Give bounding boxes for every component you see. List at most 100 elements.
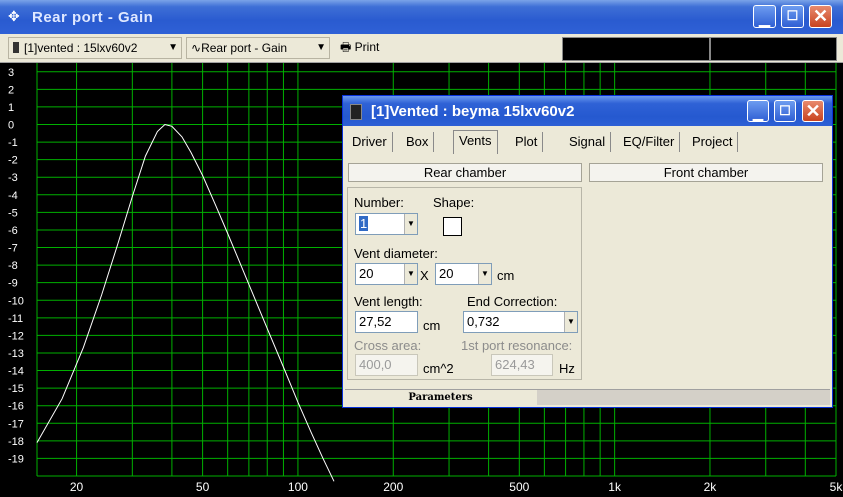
x-tick-label: 1k xyxy=(608,480,622,494)
y-tick-label: -5 xyxy=(8,207,18,219)
y-axis-ticks: 3 2 1 0 -1 -2 -3 -4 -5 -6 -7 -8 -9 -10 -11 -12 -13 -14 -15… xyxy=(8,67,24,466)
status-progress-area xyxy=(537,390,830,405)
y-tick-label: -18 xyxy=(8,436,24,448)
vent-length-unit: cm xyxy=(423,318,441,333)
tab-eq-filter[interactable]: EQ/Filter xyxy=(618,132,681,152)
maximize-icon: ☐ xyxy=(779,103,791,118)
window-title: Rear port - Gain xyxy=(32,9,154,26)
readout-box-2 xyxy=(710,37,837,61)
dialog-minimize-button[interactable]: ▁ xyxy=(747,100,769,122)
gain-curve xyxy=(36,123,335,482)
x-tick-label: 500 xyxy=(509,480,529,494)
port-resonance-label: 1st port resonance: xyxy=(461,338,573,353)
chevron-down-icon: ▼ xyxy=(404,214,417,234)
print-button[interactable]: 🖶 Print xyxy=(340,37,379,59)
y-tick-label: -4 xyxy=(8,190,18,202)
driver-select[interactable]: [1]vented : 15lxv60v2 ▼ xyxy=(8,37,182,59)
dialog-close-button[interactable]: ✕ xyxy=(802,100,824,122)
end-correction-label: End Correction: xyxy=(467,294,558,309)
maximize-button[interactable]: ☐ xyxy=(781,5,804,28)
y-tick-label: 2 xyxy=(8,84,14,96)
number-value: 1 xyxy=(359,216,369,231)
x-tick-label: 5k xyxy=(830,480,843,494)
chevron-down-icon: ▼ xyxy=(404,264,417,284)
speaker-icon xyxy=(13,42,19,53)
vent-length-label: Vent length: xyxy=(354,294,423,309)
dialog-title: [1]Vented : beyma 15lxv60v2 xyxy=(371,103,575,120)
x-tick-label: 100 xyxy=(288,480,308,494)
y-tick-label: -15 xyxy=(8,383,24,395)
port-resonance-unit: Hz xyxy=(559,361,575,376)
tab-vents[interactable]: Vents xyxy=(453,130,498,154)
minimize-button[interactable]: ▁ xyxy=(753,5,776,28)
x-tick-label: 50 xyxy=(196,480,210,494)
y-tick-label: -14 xyxy=(8,366,24,378)
front-chamber-button[interactable]: Front chamber xyxy=(589,163,823,182)
printer-icon: 🖶 xyxy=(340,40,352,54)
vented-dialog: [1]Vented : beyma 15lxv60v2 ▁ ☐ ✕ Driver… xyxy=(342,95,833,408)
port-resonance-input: 624,43 xyxy=(491,354,553,376)
vent-diameter-1-select[interactable]: 20 ▼ xyxy=(355,263,418,285)
dialog-titlebar: [1]Vented : beyma 15lxv60v2 ▁ ☐ ✕ xyxy=(343,96,832,126)
readout-box-1 xyxy=(562,37,710,61)
close-icon: ✕ xyxy=(805,101,821,121)
diameter-unit: cm xyxy=(497,268,515,283)
y-tick-label: -10 xyxy=(8,295,24,307)
vent-length-input[interactable]: 27,52 xyxy=(355,311,418,333)
y-tick-label: -1 xyxy=(8,137,18,149)
chevron-down-icon: ▼ xyxy=(478,264,491,284)
y-tick-label: 1 xyxy=(8,102,14,114)
y-tick-label: -12 xyxy=(8,330,24,342)
end-correction-value: 0,732 xyxy=(467,314,500,329)
y-tick-label: -6 xyxy=(8,225,18,237)
y-tick-label: -11 xyxy=(8,313,23,325)
shape-label: Shape: xyxy=(433,195,475,210)
end-correction-select[interactable]: 0,732 ▼ xyxy=(463,311,578,333)
y-tick-label: -3 xyxy=(8,172,18,184)
close-icon: ✕ xyxy=(812,6,829,26)
driver-select-value: [1]vented : 15lxv60v2 xyxy=(24,41,138,55)
print-label: Print xyxy=(354,40,380,54)
dialog-statusbar: Parameters xyxy=(345,389,830,405)
tab-driver[interactable]: Driver xyxy=(347,132,393,152)
y-tick-label: -13 xyxy=(8,348,24,360)
speaker-icon xyxy=(350,104,362,120)
cross-area-unit: cm^2 xyxy=(423,361,454,376)
chevron-down-icon: ▼ xyxy=(564,312,577,332)
graph-select[interactable]: ∿Rear port - Gain ▼ xyxy=(186,37,330,59)
vent-diameter-2-value: 20 xyxy=(439,266,454,281)
close-button[interactable]: ✕ xyxy=(809,5,832,28)
y-tick-label: -17 xyxy=(8,418,24,430)
minimize-icon: ▁ xyxy=(753,106,763,121)
vent-diameter-1-value: 20 xyxy=(359,266,374,281)
status-parameters: Parameters xyxy=(345,390,536,405)
chevron-down-icon: ▼ xyxy=(316,42,326,53)
number-label: Number: xyxy=(354,195,404,210)
x-axis-ticks: 20 50 100 200 500 1k 2k 5k xyxy=(70,480,843,494)
dialog-maximize-button[interactable]: ☐ xyxy=(774,100,796,122)
number-select[interactable]: 1 ▼ xyxy=(355,213,418,235)
y-tick-label: -19 xyxy=(8,453,24,465)
y-tick-label: 3 xyxy=(8,67,14,79)
y-tick-label: 0 xyxy=(8,120,14,132)
x-tick-label: 20 xyxy=(70,480,84,494)
diameter-separator: X xyxy=(420,268,429,283)
y-tick-label: -8 xyxy=(8,260,18,272)
y-tick-label: -16 xyxy=(8,401,24,413)
rear-chamber-button[interactable]: Rear chamber xyxy=(348,163,582,182)
app-crosshair-icon: ✥ xyxy=(8,8,20,24)
cross-area-input: 400,0 xyxy=(355,354,418,376)
shape-selector[interactable] xyxy=(443,217,462,236)
x-tick-label: 2k xyxy=(704,480,718,494)
x-tick-label: 200 xyxy=(383,480,403,494)
chevron-down-icon: ▼ xyxy=(168,42,178,53)
y-tick-label: -9 xyxy=(8,278,18,290)
tab-signal[interactable]: Signal xyxy=(564,132,612,152)
tab-plot[interactable]: Plot xyxy=(510,132,544,152)
tab-box[interactable]: Box xyxy=(401,132,435,152)
graph-select-value: Rear port - Gain xyxy=(201,41,288,55)
y-tick-label: -2 xyxy=(8,155,18,167)
vent-diameter-2-select[interactable]: 20 ▼ xyxy=(435,263,492,285)
tab-project[interactable]: Project xyxy=(687,132,739,152)
maximize-icon: ☐ xyxy=(786,8,799,23)
